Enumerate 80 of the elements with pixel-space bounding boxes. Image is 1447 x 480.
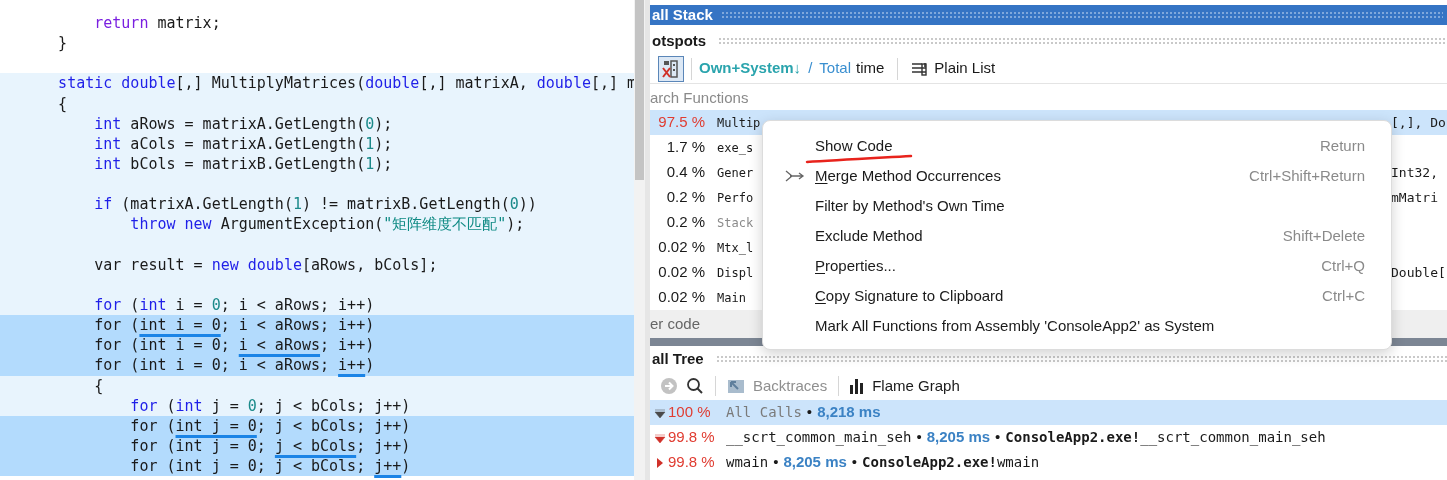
- panel-title: all Stack: [652, 4, 713, 25]
- filter-icon: [661, 58, 681, 79]
- function-name: Multip: [717, 114, 761, 132]
- percent-text: 97.5 %: [657, 112, 705, 133]
- module-name: ConsoleApp2.exe!: [1005, 428, 1141, 448]
- function-name: Int32,: [1391, 163, 1439, 182]
- code-line: int aCols = matrixA.GetLength(1);: [93, 133, 394, 154]
- function-name: Main: [717, 289, 746, 307]
- section-title: all Tree: [652, 348, 704, 369]
- code-line: var result = new double[aRows, bCols];: [93, 254, 439, 275]
- plain-list-button[interactable]: Plain List: [911, 57, 996, 80]
- module-name: ConsoleApp2.exe!: [862, 453, 997, 472]
- menu-item[interactable]: Copy Signature to Clipboard Ctrl+C: [763, 281, 1391, 311]
- code-line: {: [57, 93, 69, 114]
- function-name: mMatri: [1391, 188, 1439, 207]
- menu-item[interactable]: Mark All Functions from Assembly 'ConsoleApp2' as System: [763, 311, 1391, 341]
- function-name: Double[: [1391, 263, 1447, 282]
- percent-text: 0.02 %: [657, 237, 705, 258]
- shortcut-text: Ctrl+C: [1322, 285, 1366, 306]
- menu-item[interactable]: Properties... Ctrl+Q: [763, 251, 1391, 281]
- sort-option-link[interactable]: Total: [819, 57, 851, 80]
- bar-chart-icon: [850, 378, 865, 394]
- percent-text: 99.8 %: [668, 427, 716, 448]
- collapse-arrow-icon[interactable]: [654, 406, 666, 419]
- shortcut-text: Ctrl+Shift+Return: [1249, 165, 1366, 186]
- section-title: otspots: [652, 30, 707, 51]
- percent-text: 0.02 %: [657, 262, 705, 283]
- percent-text: 0.2 %: [665, 212, 705, 233]
- code-line: throw new ArgumentException("矩阵维度不匹配");: [129, 214, 526, 235]
- percent-text: 100 %: [668, 402, 712, 423]
- shortcut-text: Shift+Delete: [1282, 225, 1366, 246]
- function-name: Perfo: [717, 189, 754, 207]
- menu-item[interactable]: Merge Method Occurrences Ctrl+Shift+Return: [763, 161, 1391, 191]
- code-line: int aRows = matrixA.GetLength(0);: [93, 113, 394, 134]
- separator-dot: •: [773, 452, 779, 473]
- list-icon: [911, 61, 928, 76]
- shortcut-text: Ctrl+Q: [1321, 255, 1366, 276]
- flame-graph-button[interactable]: Flame Graph: [850, 374, 960, 398]
- function-name: Gener: [717, 164, 754, 182]
- code-line: if (matrixA.GetLength(1) != matrixB.GetLength(0)): [93, 194, 538, 215]
- percent-text: 1.7 %: [665, 137, 705, 158]
- backtraces-icon: [727, 377, 745, 395]
- time-text: 8,205 ms: [926, 427, 991, 448]
- node-name: All Calls: [726, 403, 802, 422]
- separator-dot: •: [916, 427, 922, 448]
- separator-dot: •: [851, 452, 858, 473]
- node-name: wmain: [996, 453, 1040, 472]
- time-text: 8,205 ms: [783, 452, 847, 473]
- percent-text: 99.8 %: [668, 452, 716, 473]
- menu-item[interactable]: Show Code Return: [763, 131, 1391, 161]
- collapse-arrow-icon[interactable]: [654, 431, 666, 444]
- code-line: int bCols = matrixB.GetLength(1);: [93, 154, 394, 175]
- function-name: Stack: [717, 214, 754, 232]
- percent-text: 0.02 %: [657, 287, 705, 308]
- node-name: wmain: [726, 453, 769, 472]
- separator-dot: •: [995, 427, 1001, 448]
- tree-row[interactable]: 100 % All Calls • 8,218 ms: [650, 400, 1447, 425]
- node-name: __scrt_common_main_seh: [726, 428, 912, 448]
- code-line: }: [57, 33, 69, 54]
- filter-toggle-button[interactable]: [658, 55, 684, 82]
- scrollbar-thumb[interactable]: [635, 0, 644, 180]
- function-name: exe_s: [717, 139, 754, 157]
- time-text: 8,218 ms: [817, 402, 881, 423]
- search-icon[interactable]: [686, 377, 704, 395]
- code-line: for (int i = 0; i < aRows; i++): [93, 294, 376, 316]
- separator-dot: •: [806, 402, 813, 423]
- function-name: Mtx_l: [717, 239, 754, 257]
- code-line: {: [93, 375, 105, 396]
- percent-text: 0.4 %: [665, 162, 705, 183]
- code-line: for (int j = 0; j < bCols; j++): [129, 395, 412, 416]
- percent-text: 0.2 %: [665, 187, 705, 208]
- slash-text: /: [808, 58, 813, 79]
- label-text: time: [856, 58, 885, 79]
- function-name: Displ: [717, 264, 754, 282]
- menu-item[interactable]: Exclude Method Shift+Delete: [763, 221, 1391, 251]
- node-name: __scrt_common_main_seh: [1140, 428, 1326, 448]
- code-line: return matrix;: [93, 13, 222, 34]
- menu-item[interactable]: Filter by Method's Own Time: [763, 191, 1391, 221]
- shortcut-text: Return: [1319, 135, 1366, 156]
- function-name: [,], Do: [1391, 113, 1447, 132]
